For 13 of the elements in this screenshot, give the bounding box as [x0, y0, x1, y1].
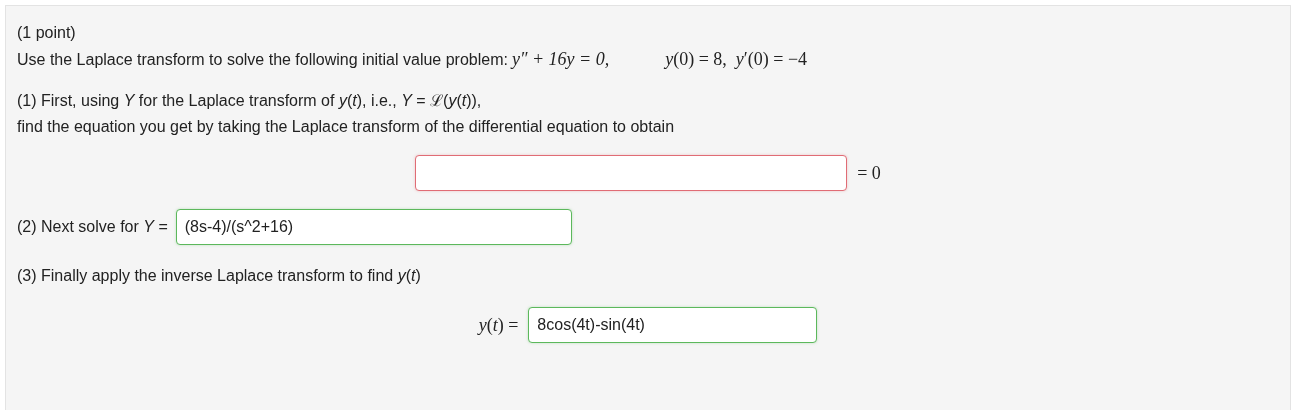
- differential-equation: y″ + 16y = 0,: [511, 48, 610, 71]
- problem-text: Use the Laplace transform to solve the following initial value problem:: [17, 50, 508, 70]
- answer-field[interactable]: 8cos(4t)-sin(4t): [528, 307, 818, 343]
- answer-field[interactable]: [415, 155, 848, 191]
- question-text: (1) First, using Y for the Laplace transform of y(t), i.e., Y = ℒ(y(t)),: [17, 92, 482, 109]
- equation-label: y(t) =: [478, 314, 519, 336]
- answer-field[interactable]: (8s-4)/(s^2+16): [175, 209, 572, 245]
- question-text: find the equation you get by taking the Laplace transform of the differential equation to obtain: [17, 118, 675, 135]
- question-text: (2) Next solve for Y =: [17, 218, 168, 236]
- equation-label: = 0: [857, 162, 881, 184]
- points-label: (1 point): [17, 24, 76, 41]
- question-text: (3) Finally apply the inverse Laplace transform to find y(t): [17, 267, 421, 284]
- initial-conditions: y(0) = 8, y′(0) = −4: [665, 48, 808, 71]
